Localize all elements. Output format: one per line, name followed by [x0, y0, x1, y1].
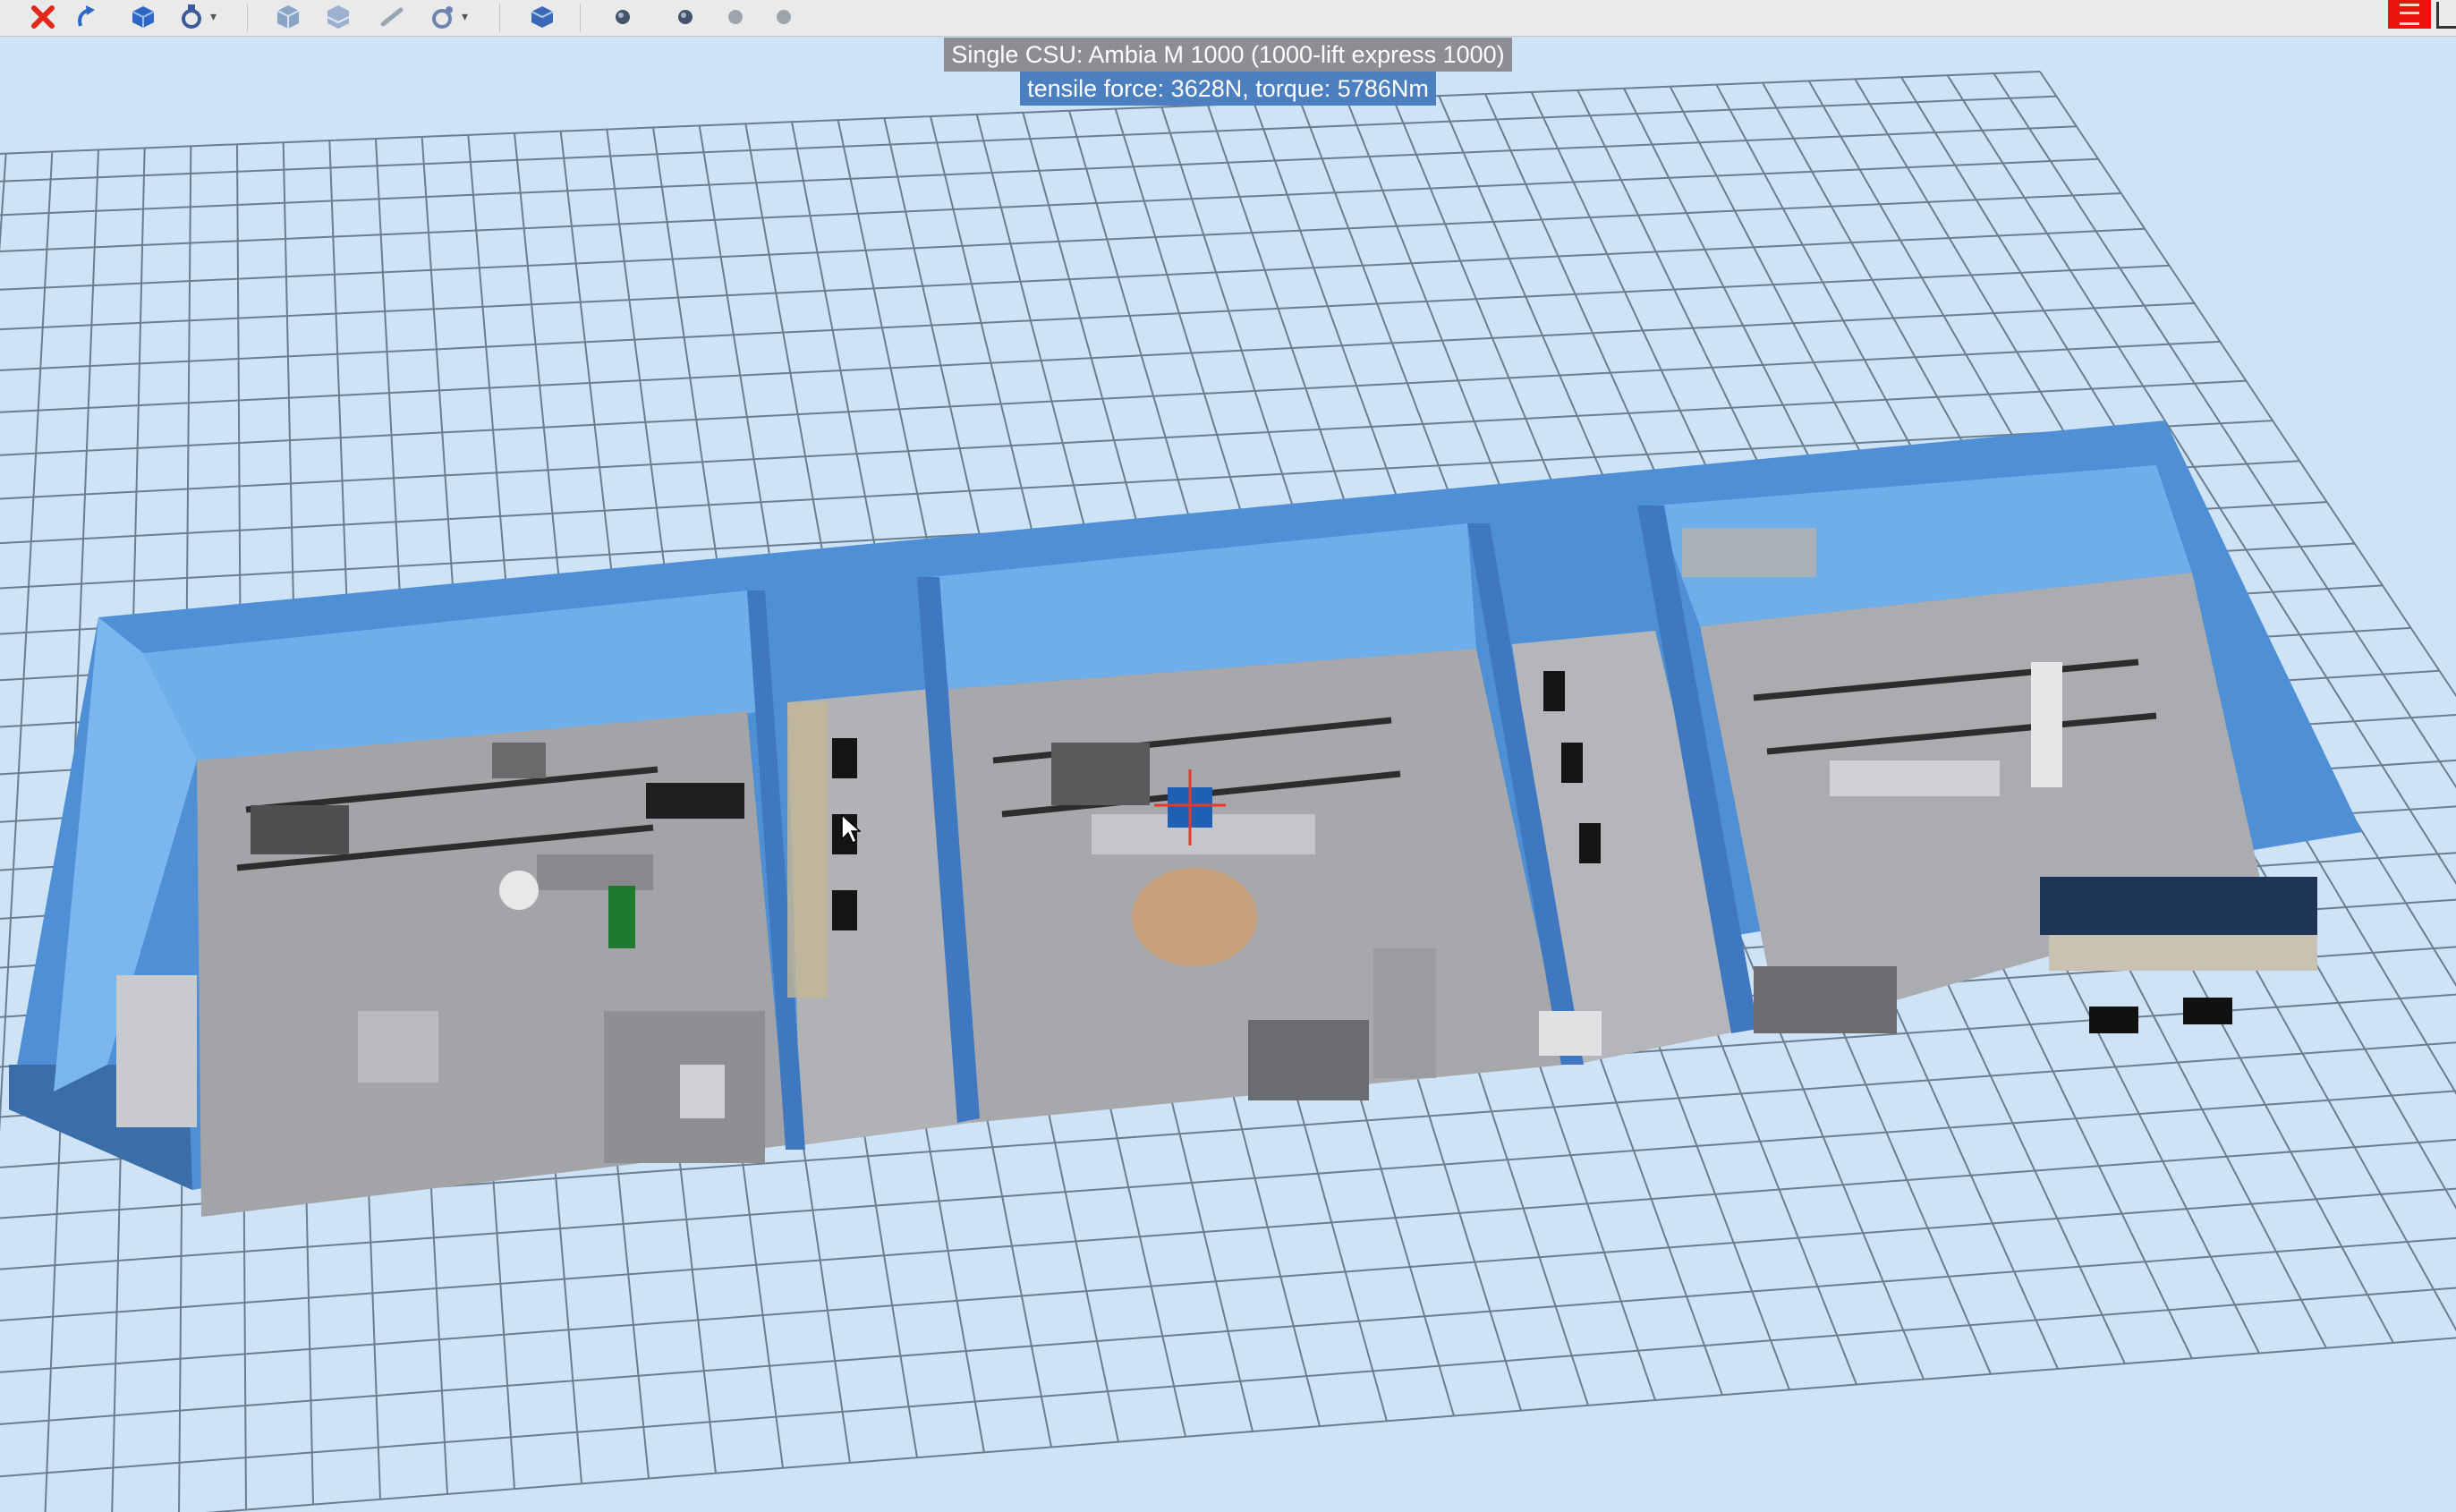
reception-desk[interactable] — [2049, 935, 2317, 971]
3d-viewport[interactable]: Single CSU: Ambia M 1000 (1000-lift expr… — [0, 36, 2456, 1512]
window-corner-icon — [2436, 2, 2456, 29]
corridor-bench — [787, 702, 828, 998]
orbit-icon[interactable] — [426, 2, 458, 32]
anesthesia-cart[interactable] — [358, 1011, 438, 1083]
camera-3-icon[interactable] — [721, 2, 753, 32]
storage-cabinet[interactable] — [1248, 1020, 1369, 1100]
wall-cabinet[interactable] — [116, 975, 197, 1127]
link-icon[interactable] — [376, 2, 408, 32]
camera-4-icon[interactable] — [769, 2, 802, 32]
window-panels — [2040, 877, 2317, 935]
green-cylinder[interactable] — [608, 886, 635, 948]
3d-scene[interactable] — [0, 36, 2456, 1512]
chevron-down-icon[interactable]: ▾ — [462, 9, 468, 24]
storage-cabinet[interactable] — [1754, 966, 1897, 1033]
cube-add-icon[interactable] — [127, 2, 159, 32]
camera-2-icon[interactable] — [671, 2, 703, 32]
menu-icon[interactable] — [2388, 0, 2431, 29]
operating-table[interactable] — [1830, 760, 2000, 796]
c-arm-device[interactable] — [2031, 662, 2062, 787]
toolbar-separator — [247, 4, 248, 32]
toolbar-separator — [499, 4, 500, 32]
surgical-light[interactable] — [499, 871, 539, 910]
operating-table[interactable] — [251, 805, 349, 854]
undo-icon[interactable] — [72, 2, 104, 32]
lift-zone-marker — [1132, 868, 1257, 966]
ceiling-supply-unit[interactable] — [537, 854, 653, 890]
monitor-stand[interactable] — [492, 743, 546, 778]
monitor-screen[interactable] — [646, 783, 744, 819]
operating-table[interactable] — [1051, 743, 1150, 805]
wall-cabinet[interactable] — [1373, 948, 1436, 1078]
delete-icon[interactable] — [27, 2, 59, 32]
camera-1-icon[interactable] — [608, 2, 641, 32]
toolbar: ▾ ▾ — [0, 0, 2456, 37]
rotate-settings-icon[interactable] — [175, 2, 208, 32]
mouse-cursor-icon — [841, 814, 861, 845]
app-window: ▾ ▾ Single CSU: Ambia M 1000 (1000-lift … — [0, 0, 2456, 1512]
chevron-down-icon[interactable]: ▾ — [210, 9, 217, 24]
ceiling-panel — [1682, 528, 1816, 577]
toolbar-separator — [580, 4, 581, 32]
cube-view-icon[interactable] — [526, 2, 558, 32]
sink-unit[interactable] — [680, 1065, 725, 1118]
sink-unit[interactable] — [1539, 1011, 1602, 1056]
cube-group-icon[interactable] — [272, 2, 304, 32]
cube-stack-icon[interactable] — [322, 2, 354, 32]
